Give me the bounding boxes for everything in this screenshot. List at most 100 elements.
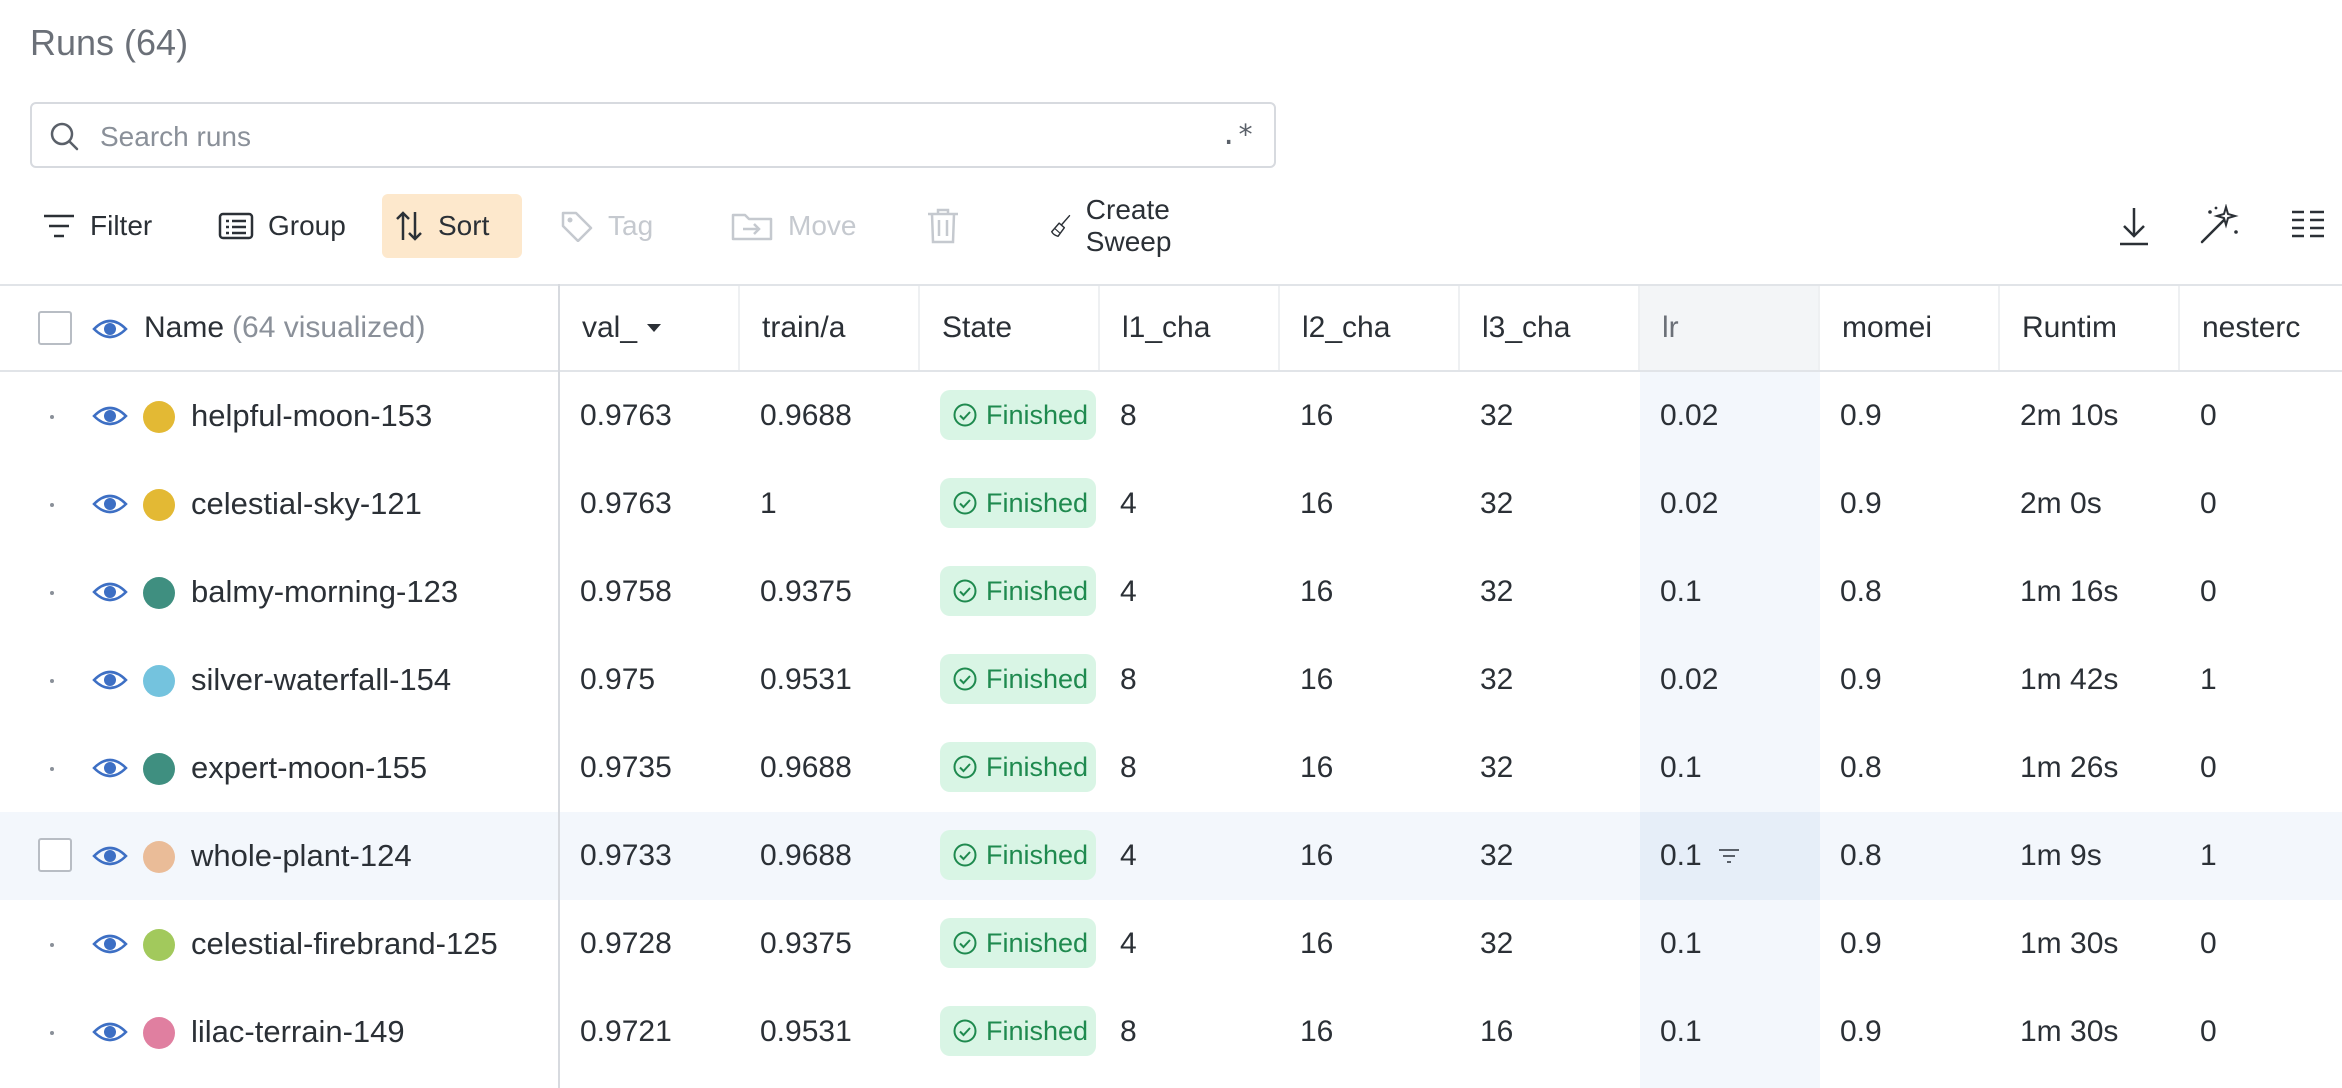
cell-momentum: 0.9	[1840, 372, 1882, 460]
run-color-swatch[interactable]	[143, 489, 175, 521]
eye-icon[interactable]	[92, 576, 128, 608]
cell-nesterov-value: 0	[2200, 1015, 2217, 1048]
name-column-header[interactable]: Name (64 visualized)	[122, 286, 558, 370]
magic-button[interactable]	[2196, 203, 2240, 252]
cell-runtime: 1m 30s	[2020, 988, 2118, 1076]
sort-button[interactable]: Sort	[382, 194, 522, 258]
table-row[interactable]: expert-moon-155 Finished 0.9735 0.9688 8 16 32…	[0, 724, 2342, 812]
table-row[interactable]: lilac-terrain-149 Finished 0.9721 0.9531 8 16…	[0, 988, 2342, 1076]
col-header-val[interactable]: val_	[560, 286, 740, 370]
cell-lr-value: 0.1	[1660, 927, 1702, 960]
table-row[interactable]: silver-waterfall-154 Finished 0.975 0.9531 8…	[0, 636, 2342, 724]
cell-l1: 4	[1120, 812, 1137, 900]
move-button[interactable]: Move	[718, 194, 868, 258]
cell-l3-value: 16	[1480, 1015, 1514, 1048]
col-header-lr[interactable]: lr	[1640, 286, 1820, 370]
cell-train: 1	[760, 460, 777, 548]
eye-icon[interactable]	[92, 840, 128, 872]
col-header-runtime-label: Runtim	[2022, 311, 2118, 344]
run-name-link[interactable]: helpful-moon-153	[191, 372, 432, 460]
run-name-link[interactable]: whole-plant-124	[191, 812, 412, 900]
cell-train: 0.9375	[760, 548, 852, 636]
row-select-handle[interactable]	[50, 503, 54, 507]
table-row[interactable]: celestial-firebrand-125 Finished 0.9728 0.9…	[0, 900, 2342, 988]
row-select-handle[interactable]	[50, 767, 54, 771]
run-name-link[interactable]: balmy-morning-123	[191, 548, 458, 636]
download-button[interactable]	[2116, 204, 2152, 252]
table-row[interactable]: balmy-morning-123 Finished 0.9758 0.9375 4 16…	[0, 548, 2342, 636]
pinned-column-divider[interactable]	[558, 284, 560, 1088]
filter-button[interactable]: Filter	[30, 194, 164, 258]
cell-l3-value: 32	[1480, 487, 1514, 520]
cell-l2: 16	[1300, 724, 1333, 812]
create-sweep-label: Create Sweep	[1085, 194, 1172, 257]
run-color-swatch[interactable]	[143, 841, 175, 873]
columns-button[interactable]	[2290, 204, 2326, 252]
status-badge: Finished	[940, 1006, 1096, 1056]
run-color-swatch[interactable]	[143, 577, 175, 609]
search-input[interactable]	[98, 114, 1202, 160]
regex-toggle[interactable]: .*	[1220, 118, 1254, 151]
eye-icon[interactable]	[92, 400, 128, 432]
run-color-swatch[interactable]	[143, 401, 175, 433]
row-select-handle[interactable]	[50, 591, 54, 595]
run-name-link[interactable]: expert-moon-155	[191, 724, 427, 812]
status-label: Finished	[986, 399, 1089, 430]
col-header-train[interactable]: train/a	[740, 286, 920, 370]
eye-icon[interactable]	[92, 752, 128, 784]
row-select-handle[interactable]	[50, 415, 54, 419]
col-header-momentum[interactable]: momei	[1820, 286, 2000, 370]
cell-momentum: 0.9	[1840, 988, 1882, 1076]
row-select-handle[interactable]	[50, 943, 54, 947]
run-color-swatch[interactable]	[143, 929, 175, 961]
status-label: Finished	[986, 839, 1089, 870]
eye-icon[interactable]	[92, 1016, 128, 1048]
row-select-handle[interactable]	[50, 679, 54, 683]
columns-icon	[2292, 210, 2324, 238]
eye-icon[interactable]	[92, 488, 128, 520]
col-header-l1-label: l1_cha	[1122, 311, 1211, 344]
search-bar[interactable]: .*	[30, 102, 1276, 168]
cell-l3: 32	[1480, 636, 1513, 724]
select-all-checkbox[interactable]	[38, 311, 72, 345]
col-header-runtime[interactable]: Runtim	[2000, 286, 2180, 370]
col-header-l1[interactable]: l1_cha	[1100, 286, 1280, 370]
table-row[interactable]: celestial-sky-121 Finished 0.9763 1 4 16 32 0.0…	[0, 460, 2342, 548]
col-header-l3[interactable]: l3_cha	[1460, 286, 1640, 370]
run-color-swatch[interactable]	[143, 753, 175, 785]
run-name-link[interactable]: celestial-firebrand-125	[191, 900, 498, 988]
cell-val: 0.9735	[580, 724, 672, 812]
cell-runtime: 2m 0s	[2020, 460, 2102, 548]
cell-runtime-value: 1m 26s	[2020, 751, 2119, 784]
cell-l2-value: 16	[1300, 399, 1334, 432]
check-circle-icon	[953, 403, 977, 427]
delete-button[interactable]	[914, 194, 986, 258]
col-header-l2[interactable]: l2_cha	[1280, 286, 1460, 370]
table-row[interactable]: helpful-moon-153 Finished 0.9763 0.9688 8 16 3…	[0, 372, 2342, 460]
cell-runtime: 1m 9s	[2020, 812, 2102, 900]
cell-l1-value: 8	[1120, 1015, 1137, 1048]
col-header-val-label: val_	[582, 311, 638, 344]
cell-l2: 16	[1300, 372, 1333, 460]
status-label: Finished	[986, 751, 1089, 782]
run-color-swatch[interactable]	[143, 665, 175, 697]
run-name-link[interactable]: silver-waterfall-154	[191, 636, 451, 724]
run-name-link[interactable]: lilac-terrain-149	[191, 988, 405, 1076]
col-header-nesterov[interactable]: nesterc	[2180, 286, 2342, 370]
col-header-state[interactable]: State	[920, 286, 1100, 370]
group-button[interactable]: Group	[206, 194, 358, 258]
eye-icon[interactable]	[92, 664, 128, 696]
cell-val-value: 0.975	[580, 663, 656, 696]
create-sweep-button[interactable]: Create Sweep	[1038, 194, 1200, 258]
col-header-l2-label: l2_cha	[1302, 311, 1391, 344]
row-select-handle[interactable]	[50, 1031, 54, 1035]
eye-icon[interactable]	[92, 928, 128, 960]
cell-l1: 8	[1120, 988, 1137, 1076]
cell-momentum: 0.8	[1840, 812, 1882, 900]
run-color-swatch[interactable]	[143, 1017, 175, 1049]
tag-button[interactable]: Tag	[548, 194, 665, 258]
run-name-link[interactable]: celestial-sky-121	[191, 460, 422, 548]
filter-icon[interactable]	[1718, 847, 1740, 865]
row-checkbox[interactable]	[38, 838, 72, 872]
table-row[interactable]: whole-plant-124 Finished 0.9733 0.9688 4 16 32…	[0, 812, 2342, 900]
